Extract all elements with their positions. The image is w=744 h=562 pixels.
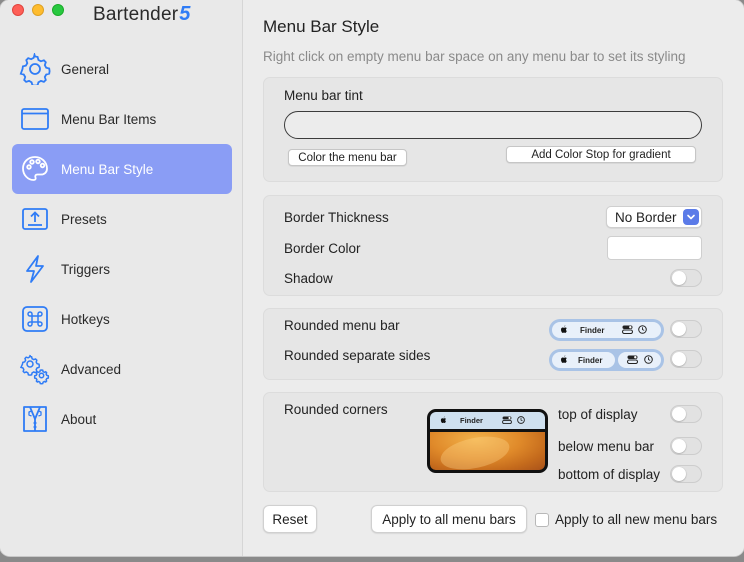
add-color-stop-button[interactable]: Add Color Stop for gradient [506,146,696,163]
apply-new-menu-bars-label: Apply to all new menu bars [555,512,718,527]
preview-finder-label: Finder [580,325,605,335]
sidebar-item-triggers[interactable]: Triggers [12,244,232,294]
sidebar-item-label: Triggers [61,261,111,277]
corner-option-label: bottom of display [558,467,661,482]
border-color-label: Border Color [284,241,361,256]
app-window: Bartender5 General Menu Bar Items Menu B… [0,0,744,556]
sidebar-item-label: Advanced [61,361,122,377]
preview-finder-label: Finder [460,416,483,425]
border-thickness-select[interactable]: No Border [606,206,702,228]
preview-right-section [618,352,661,368]
command-key-icon [19,303,51,335]
gears-icon [19,353,51,385]
apple-logo-icon [560,354,568,366]
sidebar-item-label: Menu Bar Style [61,161,154,177]
top-of-display-toggle[interactable] [670,405,702,423]
gear-icon [19,53,51,85]
control-center-icon [502,415,512,426]
page-subtitle: Right click on empty menu bar space on a… [263,49,686,64]
rounded-bar-group: Rounded menu bar Finder Rounded separate… [263,308,723,380]
color-menu-bar-button[interactable]: Color the menu bar [288,149,407,166]
sidebar-item-label: About [61,411,97,427]
bottom-of-display-toggle[interactable] [670,465,702,483]
shadow-toggle[interactable] [670,269,702,287]
reset-button[interactable]: Reset [263,505,317,533]
apply-all-menu-bars-button[interactable]: Apply to all menu bars [371,505,527,533]
app-title: Bartender5 [93,3,191,26]
wallpaper-image [430,432,545,470]
rounded-menu-bar-toggle[interactable] [670,320,702,338]
bolt-icon [19,253,51,285]
minimize-window-button[interactable] [32,4,44,16]
display-preview: Finder [427,409,548,473]
corner-option-label: below menu bar [558,439,655,454]
sidebar-item-menu-bar-items[interactable]: Menu Bar Items [12,94,232,144]
sidebar-item-label: Menu Bar Items [61,111,157,127]
sidebar-item-hotkeys[interactable]: Hotkeys [12,294,232,344]
display-preview-menu-bar: Finder [430,412,545,429]
border-color-well[interactable] [607,236,702,260]
sidebar-nav: General Menu Bar Items Menu Bar Style Pr… [12,44,232,444]
preview-finder-label: Finder [578,355,603,365]
clock-icon [638,324,648,336]
version-mark: 5 [179,3,191,25]
apple-logo-icon [560,324,568,336]
chevron-down-icon [683,209,699,225]
rounded-separate-sides-preview: Finder [549,349,664,371]
upload-icon [19,203,51,235]
sidebar-item-label: Presets [61,211,107,227]
below-menu-bar-toggle[interactable] [670,437,702,455]
sidebar-item-menu-bar-style[interactable]: Menu Bar Style [12,144,232,194]
preview-menu-bar: Finder [552,322,661,338]
window-controls [12,4,64,16]
preview-left-section: Finder [552,352,616,368]
rounded-corners-group: Rounded corners Finder top of display be… [263,392,723,492]
sidebar-item-presets[interactable]: Presets [12,194,232,244]
sidebar: Bartender5 General Menu Bar Items Menu B… [0,0,243,556]
apple-logo-icon [440,415,447,426]
sidebar-item-label: General [61,61,110,77]
sidebar-item-advanced[interactable]: Advanced [12,344,232,394]
tint-gradient-bar[interactable] [284,111,702,139]
main-panel: Menu Bar Style Right click on empty menu… [243,0,744,556]
sidebar-item-label: Hotkeys [61,311,110,327]
corner-option-label: top of display [558,407,638,422]
shadow-label: Shadow [284,271,333,286]
border-thickness-value: No Border [615,209,677,225]
rounded-menu-bar-label: Rounded menu bar [284,318,400,333]
zoom-window-button[interactable] [52,4,64,16]
tint-label: Menu bar tint [284,88,363,103]
sidebar-item-about[interactable]: About [12,394,232,444]
rounded-separate-sides-toggle[interactable] [670,350,702,368]
border-thickness-label: Border Thickness [284,210,389,225]
rounded-corners-label: Rounded corners [284,402,388,417]
clock-icon [517,415,525,426]
clock-icon [643,354,653,366]
rounded-separate-sides-label: Rounded separate sides [284,348,431,363]
palette-icon [19,153,51,185]
apply-new-menu-bars-checkbox[interactable] [535,513,549,527]
sidebar-item-general[interactable]: General [12,44,232,94]
close-window-button[interactable] [12,4,24,16]
tuxedo-icon [19,403,51,435]
window-icon [19,103,51,135]
rounded-menu-bar-preview: Finder [549,319,664,341]
tint-group: Menu bar tint Color the menu bar Add Col… [263,77,723,182]
page-title: Menu Bar Style [263,17,380,36]
control-center-icon [622,325,634,336]
control-center-icon [626,355,638,366]
app-name: Bartender [93,4,179,25]
border-group: Border Thickness No Border Border Color … [263,195,723,296]
